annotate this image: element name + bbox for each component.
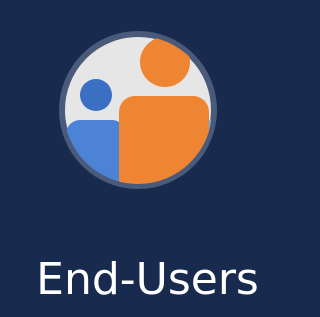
center-person-body: [119, 96, 209, 184]
center-person-head: [140, 37, 190, 87]
end-users-tile[interactable]: End-Users: [0, 0, 295, 317]
tile-label: End-Users: [36, 254, 259, 305]
users-group-icon: [59, 31, 217, 189]
left-person-head: [80, 79, 112, 111]
